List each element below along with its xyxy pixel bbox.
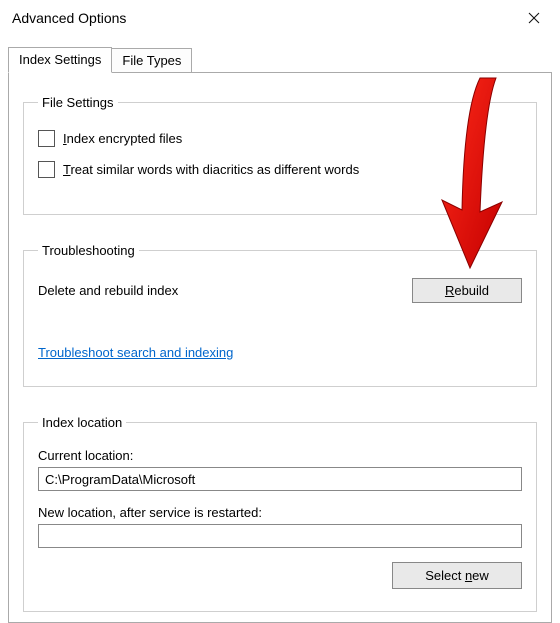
rebuild-row: Delete and rebuild index Rebuild <box>38 278 522 303</box>
index-location-legend: Index location <box>38 415 126 430</box>
file-settings-legend: File Settings <box>38 95 118 110</box>
select-new-row: Select new <box>38 562 522 589</box>
rebuild-button[interactable]: Rebuild <box>412 278 522 303</box>
current-location-field[interactable]: C:\ProgramData\Microsoft <box>38 467 522 491</box>
close-button[interactable] <box>512 3 556 33</box>
treat-diacritics-label: Treat similar words with diacritics as d… <box>63 162 359 177</box>
troubleshoot-link[interactable]: Troubleshoot search and indexing <box>38 345 233 360</box>
tab-pane-index-settings: File Settings Index encrypted files Trea… <box>8 72 552 623</box>
tab-strip: Index Settings File Types <box>8 46 552 72</box>
dialog-content: Index Settings File Types File Settings … <box>0 36 560 623</box>
index-encrypted-row[interactable]: Index encrypted files <box>38 130 522 147</box>
troubleshooting-group: Troubleshooting Delete and rebuild index… <box>23 243 537 387</box>
titlebar: Advanced Options <box>0 0 560 36</box>
delete-rebuild-label: Delete and rebuild index <box>38 283 178 298</box>
close-icon <box>528 12 540 24</box>
window-title: Advanced Options <box>12 10 126 26</box>
index-encrypted-checkbox[interactable] <box>38 130 55 147</box>
tab-index-settings[interactable]: Index Settings <box>8 47 112 73</box>
file-settings-group: File Settings Index encrypted files Trea… <box>23 95 537 215</box>
new-location-label: New location, after service is restarted… <box>38 505 522 520</box>
select-new-button[interactable]: Select new <box>392 562 522 589</box>
treat-diacritics-row[interactable]: Treat similar words with diacritics as d… <box>38 161 522 178</box>
troubleshooting-legend: Troubleshooting <box>38 243 139 258</box>
index-encrypted-label: Index encrypted files <box>63 131 182 146</box>
current-location-label: Current location: <box>38 448 522 463</box>
current-location-value: C:\ProgramData\Microsoft <box>45 472 195 487</box>
tab-file-types[interactable]: File Types <box>111 48 192 72</box>
new-location-field[interactable] <box>38 524 522 548</box>
treat-diacritics-checkbox[interactable] <box>38 161 55 178</box>
index-location-group: Index location Current location: C:\Prog… <box>23 415 537 612</box>
